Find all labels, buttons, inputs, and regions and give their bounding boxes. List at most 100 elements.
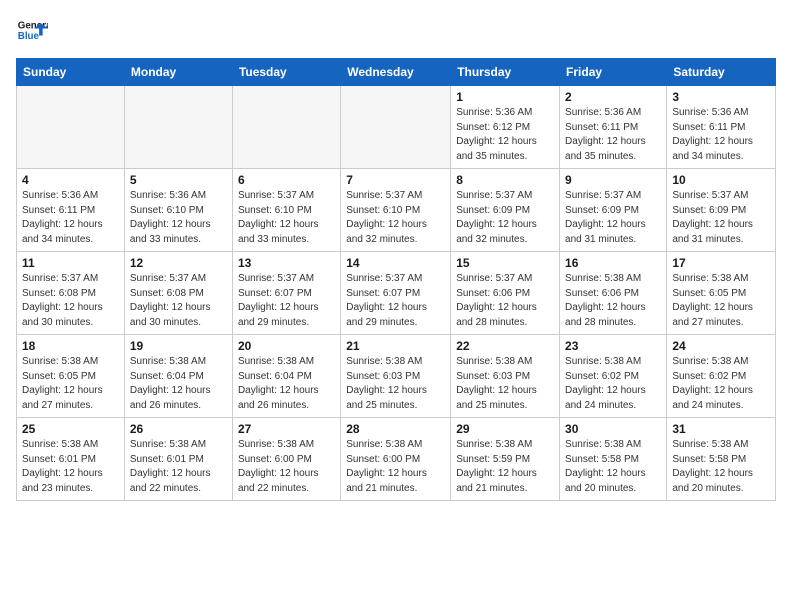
day-detail: Sunrise: 5:38 AMSunset: 6:01 PMDaylight:… [130,438,227,496]
day-number: 28 [346,422,445,436]
day-number: 27 [238,422,335,436]
day-detail: Sunrise: 5:38 AMSunset: 6:03 PMDaylight:… [456,355,554,413]
calendar-cell: 27 Sunrise: 5:38 AMSunset: 6:00 PMDayligh… [232,418,340,501]
calendar-cell: 11 Sunrise: 5:37 AMSunset: 6:08 PMDayligh… [17,252,125,335]
calendar-cell: 13Sunrise: 5:37 AMSunset: 6:07 PMDayligh… [232,252,340,335]
calendar-cell: 5Sunrise: 5:36 AMSunset: 6:10 PMDaylight… [124,169,232,252]
weekday-header-row: SundayMondayTuesdayWednesdayThursdayFrid… [17,59,776,86]
day-detail: Sunrise: 5:38 AMSunset: 6:03 PMDaylight:… [346,355,445,413]
day-number: 4 [22,173,119,187]
calendar-cell: 14 Sunrise: 5:37 AMSunset: 6:07 PMDayligh… [341,252,451,335]
day-number: 3 [672,90,770,104]
week-row-4: 18Sunrise: 5:38 AMSunset: 6:05 PMDayligh… [17,335,776,418]
day-detail: Sunrise: 5:37 AMSunset: 6:10 PMDaylight:… [238,189,335,247]
week-row-2: 4 Sunrise: 5:36 AMSunset: 6:11 PMDaylight… [17,169,776,252]
day-detail: Sunrise: 5:37 AMSunset: 6:08 PMDaylight:… [130,272,227,330]
day-detail: Sunrise: 5:36 AMSunset: 6:11 PMDaylight:… [672,106,770,164]
day-number: 31 [672,422,770,436]
day-detail: Sunrise: 5:37 AMSunset: 6:09 PMDaylight:… [565,189,661,247]
day-number: 6 [238,173,335,187]
calendar-cell: 26 Sunrise: 5:38 AMSunset: 6:01 PMDayligh… [124,418,232,501]
calendar-cell: 22 Sunrise: 5:38 AMSunset: 6:03 PMDayligh… [451,335,560,418]
day-number: 19 [130,339,227,353]
calendar-cell [124,86,232,169]
calendar-cell [341,86,451,169]
day-number: 2 [565,90,661,104]
day-detail: Sunrise: 5:36 AMSunset: 6:11 PMDaylight:… [565,106,661,164]
day-number: 25 [22,422,119,436]
day-detail: Sunrise: 5:38 AMSunset: 6:04 PMDaylight:… [130,355,227,413]
day-number: 9 [565,173,661,187]
calendar-cell: 8 Sunrise: 5:37 AMSunset: 6:09 PMDaylight… [451,169,560,252]
header: General Blue [16,16,776,48]
day-number: 26 [130,422,227,436]
day-number: 30 [565,422,661,436]
weekday-header-thursday: Thursday [451,59,560,86]
weekday-header-wednesday: Wednesday [341,59,451,86]
day-number: 13 [238,256,335,270]
calendar-cell: 18Sunrise: 5:38 AMSunset: 6:05 PMDayligh… [17,335,125,418]
calendar-cell: 16Sunrise: 5:38 AMSunset: 6:06 PMDayligh… [560,252,667,335]
weekday-header-sunday: Sunday [17,59,125,86]
weekday-header-friday: Friday [560,59,667,86]
calendar-cell [232,86,340,169]
calendar-cell: 2 Sunrise: 5:36 AMSunset: 6:11 PMDaylight… [560,86,667,169]
day-detail: Sunrise: 5:38 AMSunset: 6:00 PMDaylight:… [238,438,335,496]
week-row-5: 25 Sunrise: 5:38 AMSunset: 6:01 PMDayligh… [17,418,776,501]
day-number: 17 [672,256,770,270]
day-detail: Sunrise: 5:36 AMSunset: 6:11 PMDaylight:… [22,189,119,247]
calendar-cell: 4 Sunrise: 5:36 AMSunset: 6:11 PMDaylight… [17,169,125,252]
weekday-header-monday: Monday [124,59,232,86]
day-detail: Sunrise: 5:38 AMSunset: 5:58 PMDaylight:… [565,438,661,496]
day-number: 12 [130,256,227,270]
day-number: 1 [456,90,554,104]
day-detail: Sunrise: 5:38 AMSunset: 6:05 PMDaylight:… [672,272,770,330]
day-detail: Sunrise: 5:37 AMSunset: 6:09 PMDaylight:… [456,189,554,247]
day-number: 15 [456,256,554,270]
weekday-header-saturday: Saturday [667,59,776,86]
day-number: 10 [672,173,770,187]
calendar-cell: 10 Sunrise: 5:37 AMSunset: 6:09 PMDayligh… [667,169,776,252]
day-detail: Sunrise: 5:38 AMSunset: 5:59 PMDaylight:… [456,438,554,496]
logo: General Blue [16,16,52,48]
day-detail: Sunrise: 5:37 AMSunset: 6:09 PMDaylight:… [672,189,770,247]
day-detail: Sunrise: 5:37 AMSunset: 6:08 PMDaylight:… [22,272,119,330]
calendar-cell: 31Sunrise: 5:38 AMSunset: 5:58 PMDayligh… [667,418,776,501]
calendar-cell: 17 Sunrise: 5:38 AMSunset: 6:05 PMDayligh… [667,252,776,335]
day-number: 21 [346,339,445,353]
calendar-cell: 28 Sunrise: 5:38 AMSunset: 6:00 PMDayligh… [341,418,451,501]
day-number: 7 [346,173,445,187]
day-number: 29 [456,422,554,436]
calendar-cell: 12 Sunrise: 5:37 AMSunset: 6:08 PMDayligh… [124,252,232,335]
calendar-table: SundayMondayTuesdayWednesdayThursdayFrid… [16,58,776,501]
day-detail: Sunrise: 5:37 AMSunset: 6:10 PMDaylight:… [346,189,445,247]
day-detail: Sunrise: 5:38 AMSunset: 6:00 PMDaylight:… [346,438,445,496]
day-detail: Sunrise: 5:36 AMSunset: 6:12 PMDaylight:… [456,106,554,164]
calendar-cell: 29 Sunrise: 5:38 AMSunset: 5:59 PMDayligh… [451,418,560,501]
calendar-cell: 25Sunrise: 5:38 AMSunset: 6:01 PMDayligh… [17,418,125,501]
day-number: 14 [346,256,445,270]
day-number: 24 [672,339,770,353]
day-detail: Sunrise: 5:37 AMSunset: 6:07 PMDaylight:… [346,272,445,330]
day-number: 20 [238,339,335,353]
calendar-cell: 24Sunrise: 5:38 AMSunset: 6:02 PMDayligh… [667,335,776,418]
day-detail: Sunrise: 5:38 AMSunset: 6:05 PMDaylight:… [22,355,119,413]
day-number: 8 [456,173,554,187]
calendar-cell: 19 Sunrise: 5:38 AMSunset: 6:04 PMDayligh… [124,335,232,418]
calendar-cell [17,86,125,169]
day-number: 23 [565,339,661,353]
weekday-header-tuesday: Tuesday [232,59,340,86]
week-row-3: 11 Sunrise: 5:37 AMSunset: 6:08 PMDayligh… [17,252,776,335]
day-number: 22 [456,339,554,353]
week-row-1: 1 Sunrise: 5:36 AMSunset: 6:12 PMDaylight… [17,86,776,169]
svg-text:Blue: Blue [18,31,40,42]
calendar-cell: 15 Sunrise: 5:37 AMSunset: 6:06 PMDayligh… [451,252,560,335]
calendar-cell: 21 Sunrise: 5:38 AMSunset: 6:03 PMDayligh… [341,335,451,418]
day-detail: Sunrise: 5:36 AMSunset: 6:10 PMDaylight:… [130,189,227,247]
day-detail: Sunrise: 5:38 AMSunset: 6:02 PMDaylight:… [565,355,661,413]
calendar-cell: 6 Sunrise: 5:37 AMSunset: 6:10 PMDaylight… [232,169,340,252]
day-number: 11 [22,256,119,270]
day-detail: Sunrise: 5:37 AMSunset: 6:06 PMDaylight:… [456,272,554,330]
calendar-cell: 3 Sunrise: 5:36 AMSunset: 6:11 PMDaylight… [667,86,776,169]
calendar-cell: 23 Sunrise: 5:38 AMSunset: 6:02 PMDayligh… [560,335,667,418]
